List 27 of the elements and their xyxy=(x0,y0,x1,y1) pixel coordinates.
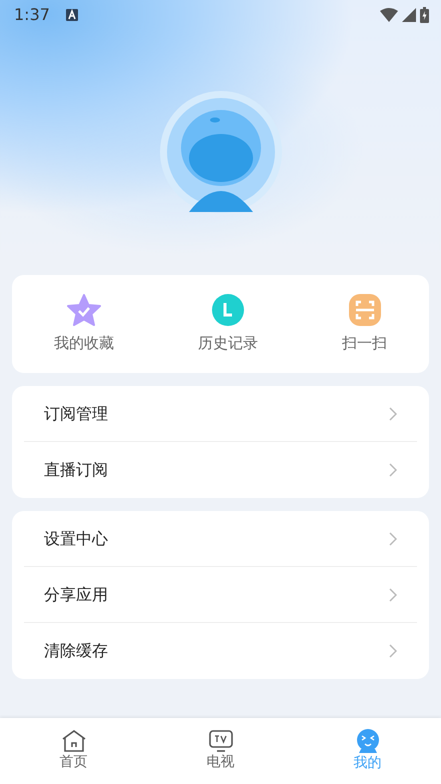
tab-label[interactable]: 电视 xyxy=(206,752,234,772)
scan-icon xyxy=(348,294,380,326)
avatar-icon xyxy=(158,90,282,214)
menu-item[interactable]: 分享应用 xyxy=(44,582,108,606)
house-icon xyxy=(62,730,86,752)
chevron-right-icon xyxy=(389,588,397,602)
menu-item[interactable]: 清除缓存 xyxy=(44,639,108,663)
chevron-right-icon xyxy=(389,644,397,658)
menu-item[interactable]: 订阅管理 xyxy=(44,402,108,426)
chevron-right-icon xyxy=(389,532,397,546)
signal-icon xyxy=(402,8,416,22)
menu-item[interactable]: 直播订阅 xyxy=(44,458,108,482)
wifi-icon xyxy=(380,8,398,22)
tab-label[interactable]: 首页 xyxy=(60,752,88,772)
status-time: 1:37 xyxy=(14,4,50,26)
face-icon xyxy=(356,728,380,752)
star-check-icon xyxy=(67,294,101,326)
battery-icon xyxy=(420,7,429,23)
chevron-right-icon xyxy=(389,406,397,420)
quick-action-link[interactable]: 扫一扫 xyxy=(342,332,387,354)
tv-icon xyxy=(208,730,232,752)
chevron-right-icon xyxy=(389,463,397,477)
quick-action-link[interactable]: 我的收藏 xyxy=(54,332,114,354)
menu-item[interactable]: 设置中心 xyxy=(44,526,108,550)
clock-icon xyxy=(212,294,244,326)
quick-action-link[interactable]: 历史记录 xyxy=(198,332,258,354)
notification-icon xyxy=(66,9,78,21)
